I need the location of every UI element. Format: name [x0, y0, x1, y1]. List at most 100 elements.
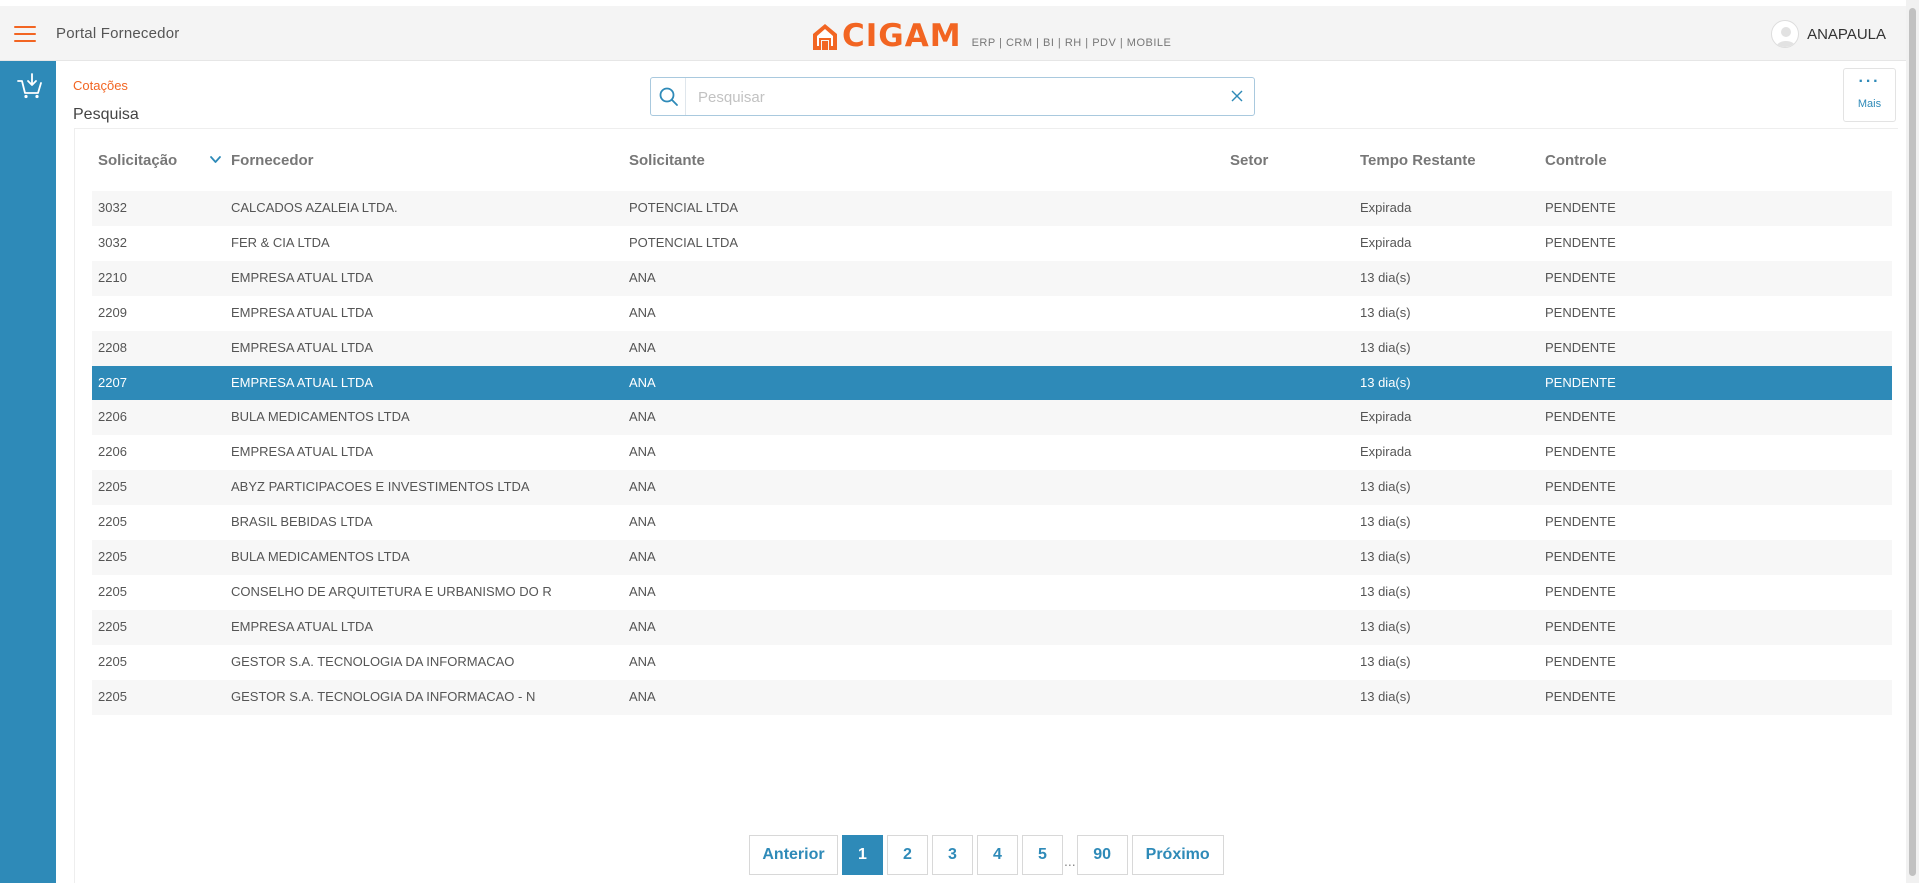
table-header: Solicitação Fornecedor Solicitante Setor… — [92, 129, 1892, 191]
cell-solicitacao: 2206 — [98, 444, 127, 460]
column-header-setor[interactable]: Setor — [1230, 152, 1268, 169]
cell-solicitacao: 2210 — [98, 269, 127, 285]
cell-tempo-restante: 13 dia(s) — [1360, 374, 1411, 390]
cell-tempo-restante: Expirada — [1360, 444, 1412, 460]
more-button[interactable]: ··· Mais — [1843, 68, 1896, 122]
pagination: Anterior 1 2 3 4 5 ... 90 Próximo — [749, 835, 1228, 875]
cell-fornecedor: EMPRESA ATUAL LTDA — [231, 269, 374, 285]
cell-solicitante: ANA — [629, 374, 656, 390]
cell-controle: PENDENTE — [1545, 653, 1616, 669]
cell-tempo-restante: 13 dia(s) — [1360, 269, 1411, 285]
table-row[interactable]: 2206 EMPRESA ATUAL LTDA ANA Expirada PENDENT… — [92, 435, 1892, 470]
pagination-page-3[interactable]: 3 — [932, 835, 973, 875]
table-row[interactable]: 2205 ABYZ PARTICIPACOES E INVESTIMENTOS L… — [92, 470, 1892, 506]
table-row[interactable]: 2205 CONSELHO DE ARQUITETURA E URBANISMO … — [92, 575, 1892, 610]
cell-tempo-restante: Expirada — [1360, 234, 1412, 250]
page-title: Pesquisa — [73, 106, 139, 123]
column-header-fornecedor[interactable]: Fornecedor — [231, 152, 314, 169]
pagination-page-1[interactable]: 1 — [842, 835, 883, 875]
cell-solicitante: ANA — [629, 618, 656, 634]
cell-controle: PENDENTE — [1545, 583, 1616, 599]
user-name: ANAPAULA — [1807, 25, 1886, 43]
cell-tempo-restante: 13 dia(s) — [1360, 549, 1411, 564]
pagination-next-button[interactable]: Próximo — [1131, 835, 1224, 875]
cell-fornecedor: EMPRESA ATUAL LTDA — [231, 339, 374, 355]
cell-tempo-restante: Expirada — [1360, 409, 1412, 425]
cell-solicitante: ANA — [629, 479, 656, 495]
cell-tempo-restante: 13 dia(s) — [1360, 583, 1411, 599]
cell-controle: PENDENTE — [1545, 200, 1616, 215]
pagination-previous-button[interactable]: Anterior — [749, 835, 838, 875]
cell-controle: PENDENTE — [1545, 444, 1616, 460]
cell-solicitacao: 2205 — [98, 479, 127, 495]
cell-solicitante: ANA — [629, 514, 656, 530]
table-row[interactable]: 2205 BULA MEDICAMENTOS LTDA ANA 13 dia(s) PE… — [92, 540, 1892, 575]
hamburger-menu-icon[interactable] — [14, 26, 36, 44]
chevron-down-icon[interactable] — [209, 153, 222, 166]
cell-fornecedor: BULA MEDICAMENTOS LTDA — [231, 549, 410, 564]
cell-solicitacao: 3032 — [98, 200, 127, 215]
cell-fornecedor: EMPRESA ATUAL LTDA — [231, 444, 374, 460]
more-label: Mais — [1857, 98, 1882, 110]
shopping-cart-download-icon[interactable] — [16, 73, 44, 99]
table-row[interactable]: 3032 FER & CIA LTDA POTENCIAL LTDA Expirada… — [92, 226, 1892, 261]
table-row[interactable]: 2210 EMPRESA ATUAL LTDA ANA 13 dia(s) PENDEN… — [92, 260, 1892, 296]
vertical-scrollbar[interactable] — [1906, 0, 1919, 883]
cell-controle: PENDENTE — [1545, 234, 1616, 250]
cell-solicitacao: 2205 — [98, 688, 127, 704]
scrollbar-thumb[interactable] — [1909, 8, 1916, 876]
search-icon — [659, 87, 678, 106]
pagination-page-5[interactable]: 5 — [1022, 835, 1063, 875]
table-row[interactable]: 2205 GESTOR S.A. TECNOLOGIA DA INFORMACAO… — [92, 679, 1892, 715]
more-dots-icon: ··· — [1858, 73, 1881, 90]
cell-controle: PENDENTE — [1545, 549, 1616, 564]
table-row[interactable]: 2205 EMPRESA ATUAL LTDA ANA 13 dia(s) PENDEN… — [92, 609, 1892, 645]
cigam-logo-mark-icon — [813, 24, 837, 50]
cell-fornecedor: EMPRESA ATUAL LTDA — [231, 374, 374, 390]
column-header-solicitante[interactable]: Solicitante — [629, 152, 705, 169]
cell-solicitacao: 2206 — [98, 409, 127, 425]
cell-solicitacao: 2205 — [98, 618, 127, 634]
cell-tempo-restante: Expirada — [1360, 200, 1412, 215]
search-input[interactable] — [698, 86, 1198, 108]
cell-controle: PENDENTE — [1545, 304, 1616, 320]
results-table: Solicitação Fornecedor Solicitante Setor… — [74, 128, 1898, 883]
table-row[interactable]: 2206 BULA MEDICAMENTOS LTDA ANA Expirada PEN… — [92, 400, 1892, 436]
cell-fornecedor: EMPRESA ATUAL LTDA — [231, 618, 374, 634]
breadcrumb-parent-link[interactable]: Cotações — [73, 78, 128, 93]
cell-solicitante: ANA — [629, 409, 656, 425]
cell-fornecedor: BRASIL BEBIDAS LTDA — [231, 514, 373, 530]
column-header-tempo-restante[interactable]: Tempo Restante — [1360, 152, 1476, 169]
cell-fornecedor: CONSELHO DE ARQUITETURA E URBANISMO DO R — [231, 583, 552, 599]
portal-title: Portal Fornecedor — [56, 25, 180, 42]
cell-controle: PENDENTE — [1545, 409, 1616, 425]
pagination-page-last[interactable]: 90 — [1076, 835, 1128, 875]
cell-solicitante: ANA — [629, 549, 656, 564]
table-row[interactable]: 2209 EMPRESA ATUAL LTDA ANA 13 dia(s) PENDEN… — [92, 296, 1892, 331]
user-menu[interactable]: ANAPAULA — [1771, 20, 1886, 48]
cell-controle: PENDENTE — [1545, 514, 1616, 530]
cell-tempo-restante: 13 dia(s) — [1360, 479, 1411, 495]
table-row[interactable]: 2208 EMPRESA ATUAL LTDA ANA 13 dia(s) PENDEN… — [92, 330, 1892, 366]
table-row[interactable]: 3032 CALCADOS AZALEIA LTDA. POTENCIAL LTDA… — [92, 191, 1892, 226]
cell-solicitante: ANA — [629, 269, 656, 285]
table-row[interactable]: 2205 BRASIL BEBIDAS LTDA ANA 13 dia(s) PENDE… — [92, 505, 1892, 540]
table-row[interactable]: 2207 EMPRESA ATUAL LTDA ANA 13 dia(s) PENDEN… — [92, 365, 1892, 401]
logo-tagline: ERP | CRM | BI | RH | PDV | MOBILE — [971, 37, 1172, 49]
cell-fornecedor: CALCADOS AZALEIA LTDA. — [231, 200, 398, 215]
cell-solicitante: ANA — [629, 583, 656, 599]
column-header-controle[interactable]: Controle — [1545, 152, 1607, 169]
table-row[interactable]: 2205 GESTOR S.A. TECNOLOGIA DA INFORMACAO… — [92, 645, 1892, 680]
cell-tempo-restante: 13 dia(s) — [1360, 688, 1411, 704]
top-bar: Portal Fornecedor CIGAM ERP | CRM | BI |… — [0, 6, 1906, 61]
pagination-page-2[interactable]: 2 — [887, 835, 928, 875]
search-button[interactable] — [651, 78, 686, 115]
cell-solicitante: ANA — [629, 688, 656, 704]
pagination-page-4[interactable]: 4 — [977, 835, 1018, 875]
column-header-solicitacao[interactable]: Solicitação — [98, 152, 177, 169]
cell-solicitacao: 2205 — [98, 583, 127, 599]
cell-fornecedor: GESTOR S.A. TECNOLOGIA DA INFORMACAO - N — [231, 688, 536, 704]
cell-controle: PENDENTE — [1545, 374, 1616, 390]
search-box — [650, 77, 1255, 116]
close-icon[interactable] — [1230, 89, 1244, 103]
